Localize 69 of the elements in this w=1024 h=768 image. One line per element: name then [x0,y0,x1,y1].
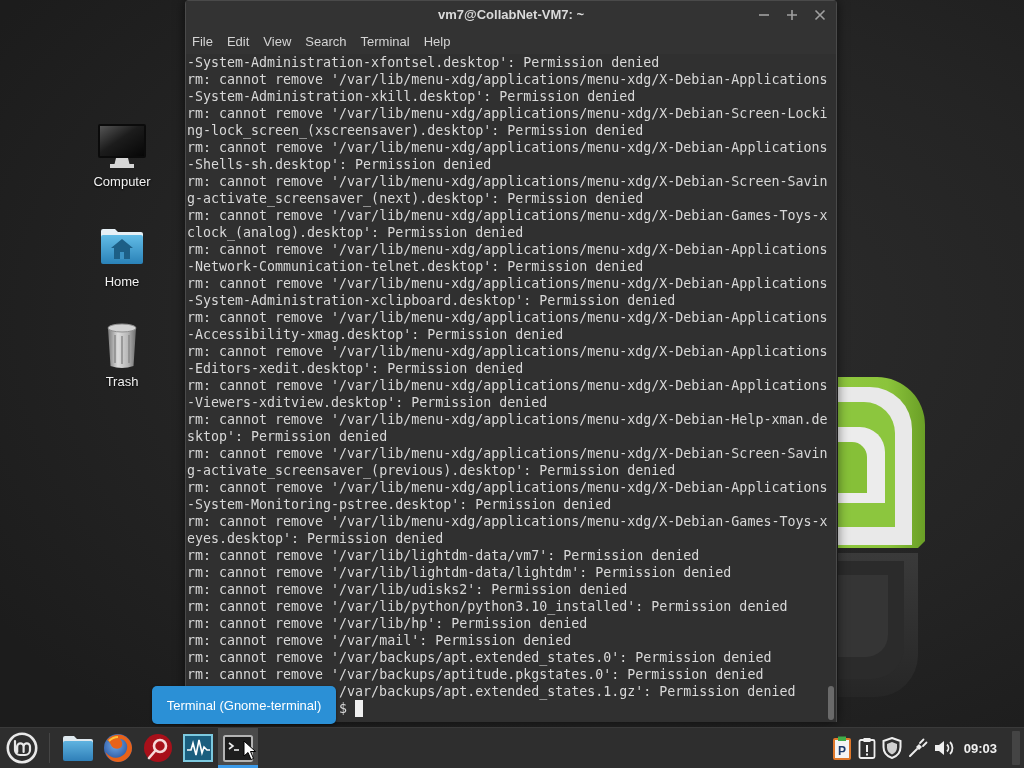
terminal-output-line: g-activate_screensaver_(previous).desktop': Permission denied [187,462,677,479]
trash-icon[interactable] [107,322,137,370]
terminal-output-line: rm: cannot remove '/var/lib/hp': Permission denied [187,615,589,632]
waveform-icon [183,734,213,762]
clipboard-alert-icon[interactable] [857,737,876,759]
volume-icon[interactable] [933,739,956,757]
terminal-output-line: g-activate_screensaver_(next).desktop': Permission denied [187,190,645,207]
terminal-output-line: ng-lock_screen_(xscreensaver).desktop': Permission denied [187,122,645,139]
terminal-output-line: /var/backups/apt.extended_states.1.gz': Permission denied [338,683,796,700]
clipboard-icon[interactable]: P [831,736,852,760]
terminal-output-line: rm: cannot remove '/var/lib/menu-xdg/applications/menu-xdg/X-Debian-Applications [187,71,828,88]
terminal-output-line: -System-Administration-xfontsel.desktop': Permission denied [187,54,661,71]
terminal-output-line: -Network-Communication-telnet.desktop': Permission denied [187,258,645,275]
terminal-output-line: rm: cannot remove '/var/mail': Permission denied [187,632,573,649]
terminal-output-line: rm: cannot remove '/var/lib/udisks2': Permission denied [187,581,629,598]
desktop-icon-label[interactable]: Computer [93,174,151,190]
terminal-output-line: rm: cannot remove '/var/lib/menu-xdg/applications/menu-xdg/X-Debian-Applications [187,343,828,360]
terminal-output-line: rm: cannot remove '/var/lib/menu-xdg/applications/menu-xdg/X-Debian-Applications [187,241,828,258]
scrollbar-thumb[interactable] [828,686,834,720]
terminal-output-line: -Accessibility-xmag.desktop': Permission denied [187,326,565,343]
terminal-output-line: rm: cannot remove '/var/lib/menu-xdg/applications/menu-xdg/X-Debian-Screen-Savin [187,173,828,190]
desktop-icon-label[interactable]: Home [104,274,140,290]
menu-item[interactable]: File [192,33,213,49]
folder-icon [62,734,94,762]
window-title: vm7@CollabNet-VM7: ~ [438,7,584,22]
terminal-output-line: rm: cannot remove '/var/lib/python/python3.10_installed': Permission denied [187,598,789,615]
terminal-output-line: -System-Administration-xclipboard.desktop': Permission denied [187,292,677,309]
launcher-button[interactable] [218,728,258,768]
terminal-output-line: -System-Administration-xkill.desktop': Permission denied [187,88,637,105]
tooltip: Terminal (Gnome-terminal) [152,686,336,724]
terminal-output-line: rm: cannot remove '/var/lib/menu-xdg/applications/menu-xdg/X-Debian-Games-Toys-x [187,513,828,530]
menu-item[interactable]: Edit [226,33,250,49]
menu-item[interactable]: Search [305,33,347,49]
terminal-output-line: rm: cannot remove '/var/backups/apt.extended_states.0': Permission denied [187,649,773,666]
terminal-output-line: clock_(analog).desktop': Permission denied [187,224,525,241]
terminal-output-line: rm: cannot remove '/var/lib/menu-xdg/applications/menu-xdg/X-Debian-Applications [187,377,828,394]
terminal-output-line: rm: cannot remove '/var/lib/menu-xdg/applications/menu-xdg/X-Debian-Screen-Savin [187,445,828,462]
plug-icon[interactable] [907,738,928,758]
terminal-output-line: rm: cannot remove '/var/lib/menu-xdg/applications/menu-xdg/X-Debian-Applications [187,479,828,496]
terminal-output-line: rm: cannot remove '/var/lib/menu-xdg/applications/menu-xdg/X-Debian-Games-Toys-x [187,207,828,224]
terminal-output-line: rm: cannot remove '/var/lib/menu-xdg/applications/menu-xdg/X-Debian-Applications [187,139,828,156]
terminal-output-line: rm: cannot remove '/var/backups/aptitude.pkgstates.0': Permission denied [187,666,765,683]
close-icon[interactable] [814,8,826,21]
terminal-output-line: rm: cannot remove '/var/lib/menu-xdg/applications/menu-xdg/X-Debian-Help-xman.de [187,411,828,428]
terminal-output-line: -Editors-xedit.desktop': Permission denied [187,360,525,377]
terminal-output-line: -Viewers-xditview.desktop': Permission denied [187,394,549,411]
terminal-output-line: rm: cannot remove '/var/lib/menu-xdg/applications/menu-xdg/X-Debian-Screen-Locki [187,105,828,122]
maximize-icon[interactable] [786,8,798,21]
terminal-output-line: rm: cannot remove '/var/lib/lightdm-data/lightdm': Permission denied [187,564,733,581]
ring-icon [143,733,173,763]
home-folder-icon[interactable] [100,227,144,265]
menu-item[interactable]: Help [423,33,451,49]
terminal-output-line: -System-Monitoring-pstree.desktop': Permission denied [187,496,613,513]
monitor-icon[interactable] [98,124,146,168]
terminal-output-line: rm: cannot remove '/var/lib/menu-xdg/applications/menu-xdg/X-Debian-Applications [187,275,828,292]
terminal-output-line: eyes.desktop': Permission denied [187,530,445,547]
menu-item[interactable]: View [263,33,292,49]
prompt-text: $ [339,700,348,717]
logo-icon [5,732,38,764]
desktop-icon-label[interactable]: Trash [105,374,139,390]
mouse-pointer-icon [243,740,257,761]
globe-icon [103,733,133,763]
terminal-output-line: -Shells-sh.desktop': Permission denied [187,156,493,173]
terminal-output-line: sktop': Permission denied [187,428,389,445]
terminal-output-line: rm: cannot remove '/var/lib/menu-xdg/applications/menu-xdg/X-Debian-Applications [187,309,828,326]
terminal-output-line: rm: cannot remove '/var/lib/lightdm-data/vm7': Permission denied [187,547,701,564]
clock[interactable]: 09:03 [963,740,997,756]
shield-icon[interactable] [881,737,902,759]
menu-item[interactable]: Terminal [360,33,410,49]
